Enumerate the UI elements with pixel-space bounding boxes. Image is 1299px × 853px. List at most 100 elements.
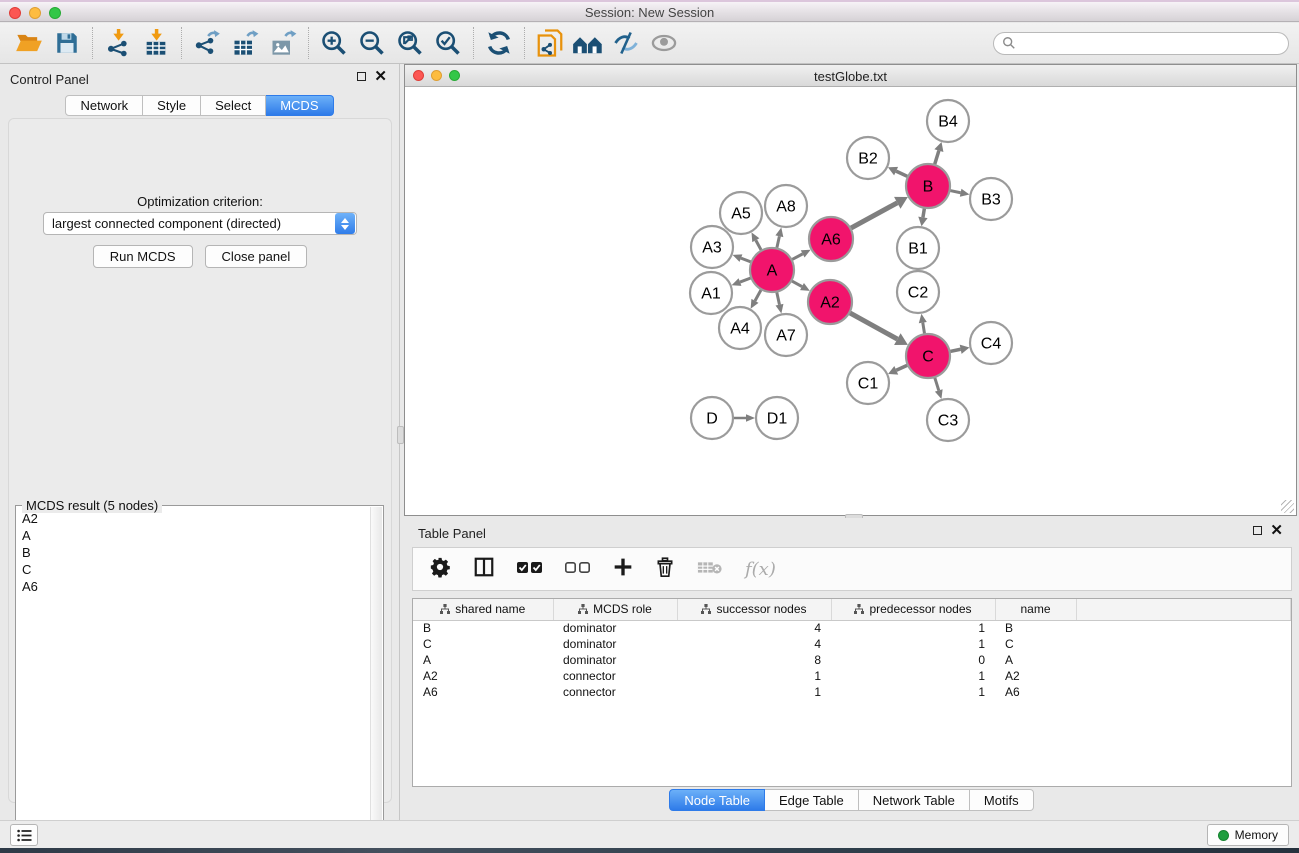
tab-style[interactable]: Style (143, 95, 201, 116)
import-table-icon[interactable] (137, 26, 175, 60)
memory-button[interactable]: Memory (1207, 824, 1289, 846)
network-canvas[interactable]: AA1A2A3A4A5A6A7A8BB1B2B3B4CC1C2C3C4DD1 (405, 87, 1296, 515)
graph-edge[interactable] (896, 365, 908, 370)
graph-edge[interactable] (923, 208, 925, 218)
window-resize-grip[interactable] (1281, 500, 1294, 513)
column-header-name[interactable]: name (995, 599, 1076, 620)
column-header-predecessor-nodes[interactable]: predecessor nodes (831, 599, 995, 620)
table-cell[interactable]: A6 (413, 684, 553, 700)
tab-network[interactable]: Network (65, 95, 143, 116)
graph-edge[interactable] (935, 377, 939, 390)
graphics-details-icon[interactable] (607, 26, 645, 60)
function-builder-icon[interactable]: f(x) (745, 559, 776, 580)
graph-edge[interactable] (896, 171, 908, 177)
table-cell[interactable]: C (413, 636, 553, 652)
tab-edge-table[interactable]: Edge Table (765, 789, 859, 811)
graph-edge[interactable] (777, 292, 780, 305)
graph-edge[interactable] (791, 254, 802, 260)
deselect-all-icon[interactable] (565, 559, 591, 580)
graph-edge[interactable] (934, 151, 938, 165)
table-cell[interactable]: 4 (677, 636, 831, 652)
show-columns-icon[interactable] (473, 556, 495, 583)
graph-edge[interactable] (923, 323, 925, 335)
run-mcds-button[interactable]: Run MCDS (93, 245, 193, 268)
graph-edge[interactable] (741, 258, 752, 262)
tab-node-table[interactable]: Node Table (669, 789, 765, 811)
import-network-icon[interactable] (99, 26, 137, 60)
column-header-shared-name[interactable]: shared name (413, 599, 553, 620)
mcds-result-item[interactable]: A (16, 527, 370, 544)
table-row[interactable]: Cdominator41C (413, 636, 1291, 652)
first-neighbors-icon[interactable] (569, 26, 607, 60)
table-cell[interactable]: connector (553, 668, 677, 684)
vertical-splitter-grip[interactable] (397, 426, 404, 444)
column-header-successor-nodes[interactable]: successor nodes (677, 599, 831, 620)
table-cell[interactable]: C (995, 636, 1076, 652)
graph-edge[interactable] (950, 190, 961, 192)
graph-edge[interactable] (740, 278, 751, 282)
table-cell[interactable]: A6 (995, 684, 1076, 700)
tab-select[interactable]: Select (201, 95, 266, 116)
mcds-result-item[interactable]: A6 (16, 578, 370, 595)
table-row[interactable]: Bdominator41B (413, 620, 1291, 636)
graph-edge[interactable] (791, 281, 802, 287)
table-cell[interactable]: A2 (995, 668, 1076, 684)
mcds-result-item[interactable]: B (16, 544, 370, 561)
table-cell[interactable]: B (995, 620, 1076, 636)
table-cell[interactable]: 1 (831, 684, 995, 700)
table-cell[interactable]: 1 (677, 668, 831, 684)
table-cell[interactable]: dominator (553, 636, 677, 652)
close-panel-button[interactable]: Close panel (205, 245, 308, 268)
graph-edge[interactable] (950, 349, 961, 351)
table-cell[interactable]: 1 (677, 684, 831, 700)
table-cell[interactable]: 8 (677, 652, 831, 668)
table-cell[interactable]: dominator (553, 620, 677, 636)
save-session-icon[interactable] (48, 26, 86, 60)
graph-edge[interactable] (849, 313, 897, 339)
zoom-fit-icon[interactable] (391, 26, 429, 60)
float-table-panel-icon[interactable] (1253, 526, 1262, 535)
table-cell[interactable]: 1 (831, 620, 995, 636)
tab-mcds[interactable]: MCDS (266, 95, 333, 116)
delete-table-icon[interactable] (697, 558, 723, 581)
table-cell[interactable]: A2 (413, 668, 553, 684)
column-header-mcds-role[interactable]: MCDS role (553, 599, 677, 620)
table-cell[interactable]: 1 (831, 636, 995, 652)
export-image-icon[interactable] (264, 26, 302, 60)
table-cell[interactable]: 1 (831, 668, 995, 684)
tab-network-table[interactable]: Network Table (859, 789, 970, 811)
mcds-result-item[interactable]: A2 (16, 510, 370, 527)
mcds-result-item[interactable]: C (16, 561, 370, 578)
table-cell[interactable]: B (413, 620, 553, 636)
zoom-selected-icon[interactable] (429, 26, 467, 60)
table-cell[interactable]: dominator (553, 652, 677, 668)
search-box[interactable] (993, 32, 1289, 55)
open-session-icon[interactable] (10, 26, 48, 60)
refresh-layout-icon[interactable] (480, 26, 518, 60)
float-panel-icon[interactable] (357, 72, 366, 81)
table-row[interactable]: A6connector11A6 (413, 684, 1291, 700)
graph-edge[interactable] (755, 289, 761, 301)
graph-edge[interactable] (756, 240, 762, 250)
network-from-document-icon[interactable] (531, 26, 569, 60)
mcds-result-scrollbar[interactable] (370, 507, 382, 845)
table-cell[interactable]: A (413, 652, 553, 668)
criterion-dropdown[interactable]: largest connected component (directed) (43, 212, 357, 235)
graph-edge[interactable] (850, 203, 897, 229)
table-cell[interactable]: A (995, 652, 1076, 668)
table-row[interactable]: Adominator80A (413, 652, 1291, 668)
table-cell[interactable]: connector (553, 684, 677, 700)
export-network-icon[interactable] (188, 26, 226, 60)
export-table-icon[interactable] (226, 26, 264, 60)
show-details-eye-icon[interactable] (645, 26, 683, 60)
close-table-panel-icon[interactable]: ✕ (1270, 526, 1283, 535)
graph-edge[interactable] (777, 236, 780, 248)
table-cell[interactable]: 4 (677, 620, 831, 636)
table-row[interactable]: A2connector11A2 (413, 668, 1291, 684)
delete-column-icon[interactable] (655, 556, 675, 583)
tab-motifs[interactable]: Motifs (970, 789, 1034, 811)
zoom-in-icon[interactable] (315, 26, 353, 60)
network-window-titlebar[interactable]: testGlobe.txt (405, 65, 1296, 87)
table-settings-gear-icon[interactable] (429, 556, 451, 583)
table-cell[interactable]: 0 (831, 652, 995, 668)
